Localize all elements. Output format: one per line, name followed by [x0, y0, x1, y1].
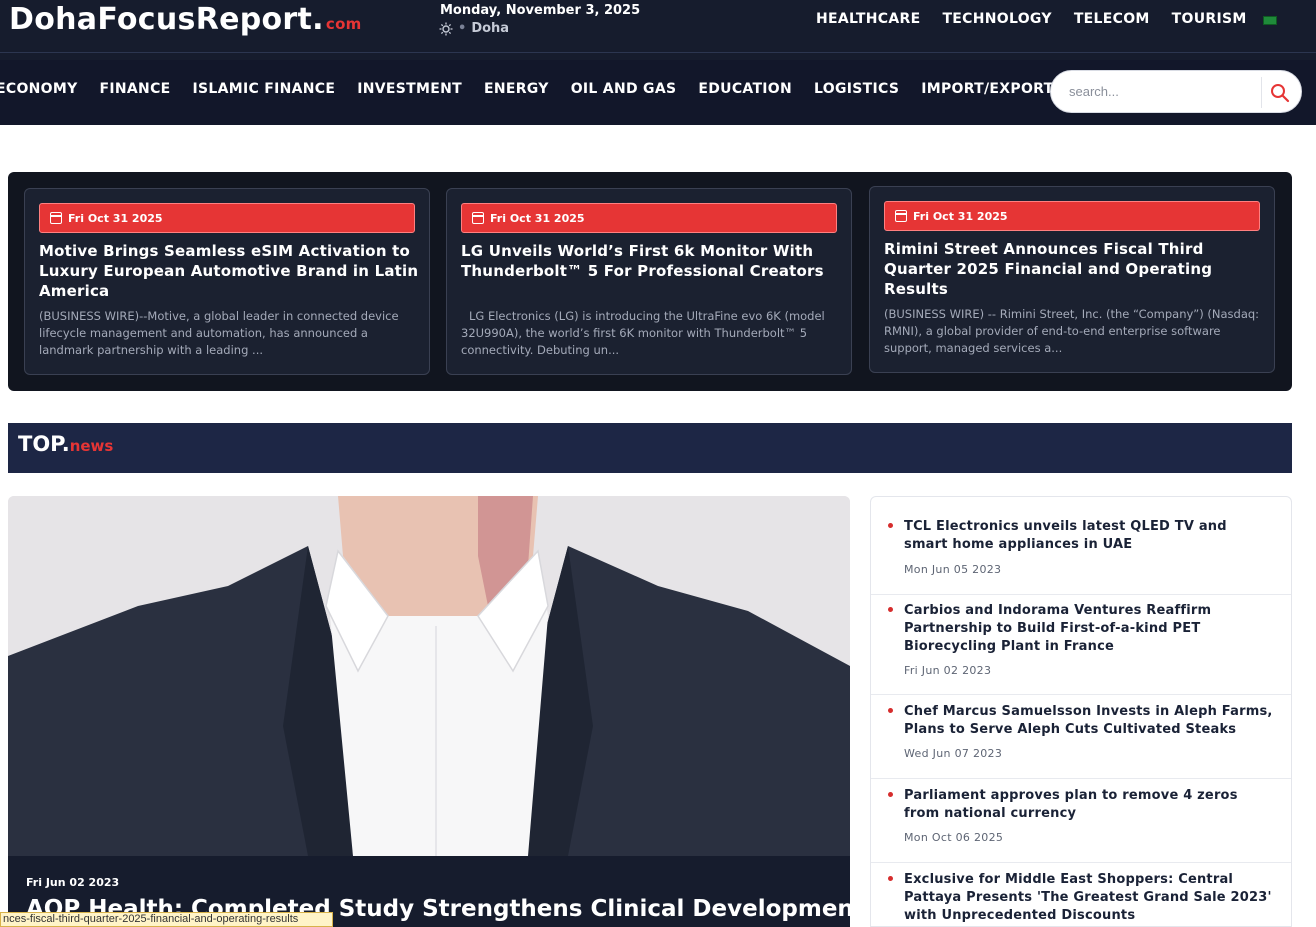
status-bar-url: nces-fiscal-third-quarter-2025-financial…	[0, 912, 333, 927]
nav-item-islamic-finance[interactable]: ISLAMIC FINANCE	[193, 81, 336, 97]
card-excerpt: (BUSINESS WIRE) -- Rimini Street, Inc. (…	[884, 307, 1260, 355]
calendar-icon	[472, 212, 484, 224]
logo-suffix-text: com	[325, 15, 362, 33]
top-link-tourism[interactable]: TOURISM	[1172, 11, 1247, 27]
card-excerpt: (BUSINESS WIRE)--Motive, a global leader…	[39, 309, 399, 357]
nav-item-finance[interactable]: FINANCE	[100, 81, 171, 97]
list-item-title[interactable]: Parliament approves plan to remove 4 zer…	[904, 787, 1274, 823]
calendar-icon	[50, 212, 62, 224]
card-date: Fri Oct 31 2025	[913, 209, 1008, 223]
header-divider	[0, 52, 1316, 53]
list-item[interactable]: Carbios and Indorama Ventures Reaffirm P…	[871, 595, 1291, 695]
nav-item-energy[interactable]: ENERGY	[484, 81, 549, 97]
card-title[interactable]: LG Unveils World’s First 6k Monitor With…	[461, 241, 841, 281]
nav-item-economy[interactable]: ECONOMY	[0, 81, 78, 97]
featured-news-strip: Fri Oct 31 2025 Motive Brings Seamless e…	[8, 172, 1292, 391]
weather-widget: • Doha	[439, 21, 509, 36]
bullet-dot-icon	[888, 708, 893, 713]
list-item-date: Mon Oct 06 2025	[904, 831, 1004, 844]
list-item[interactable]: TCL Electronics unveils latest QLED TV a…	[871, 497, 1291, 595]
hero-date: Fri Jun 02 2023	[26, 876, 120, 889]
search-input[interactable]	[1069, 84, 1254, 99]
card-title[interactable]: Rimini Street Announces Fiscal Third Qua…	[884, 239, 1264, 299]
featured-card[interactable]: Fri Oct 31 2025 LG Unveils World’s First…	[446, 188, 852, 375]
bullet-dot-icon	[888, 607, 893, 612]
hero-article[interactable]: Fri Jun 02 2023 AOP Health: Completed St…	[8, 496, 850, 927]
nav-item-oil-and-gas[interactable]: OIL AND GAS	[571, 81, 677, 97]
top-link-technology[interactable]: TECHNOLOGY	[942, 11, 1051, 27]
hero-image	[8, 496, 850, 856]
card-title[interactable]: Motive Brings Seamless eSIM Activation t…	[39, 241, 419, 301]
list-item-title[interactable]: Carbios and Indorama Ventures Reaffirm P…	[904, 602, 1274, 656]
list-item-title[interactable]: Exclusive for Middle East Shoppers: Cent…	[904, 871, 1274, 925]
list-item[interactable]: Chef Marcus Samuelsson Invests in Aleph …	[871, 695, 1291, 779]
top-news-header: TOP.news	[8, 423, 1292, 473]
calendar-icon	[895, 210, 907, 222]
card-date-badge: Fri Oct 31 2025	[461, 203, 837, 233]
site-logo[interactable]: DohaFocusReport. com	[9, 2, 362, 37]
weather-sun-icon	[439, 22, 453, 35]
search-icon[interactable]	[1269, 82, 1291, 104]
list-item-date: Fri Jun 02 2023	[904, 664, 992, 677]
featured-card[interactable]: Fri Oct 31 2025 Motive Brings Seamless e…	[24, 188, 430, 375]
card-date: Fri Oct 31 2025	[490, 211, 585, 225]
list-item[interactable]: Parliament approves plan to remove 4 zer…	[871, 779, 1291, 863]
top-news-list: TCL Electronics unveils latest QLED TV a…	[870, 496, 1292, 927]
list-item-title[interactable]: Chef Marcus Samuelsson Invests in Aleph …	[904, 703, 1274, 739]
bullet-dot-icon	[888, 792, 893, 797]
card-excerpt: LG Electronics (LG) is introducing the U…	[461, 309, 825, 357]
card-date-badge: Fri Oct 31 2025	[39, 203, 415, 233]
nav-item-logistics[interactable]: LOGISTICS	[814, 81, 899, 97]
card-date-badge: Fri Oct 31 2025	[884, 201, 1260, 231]
bullet-dot-icon	[888, 523, 893, 528]
top-news-title-suffix: news	[69, 437, 114, 455]
top-category-nav: HEALTHCARE TECHNOLOGY TELECOM TOURISM	[816, 11, 1247, 27]
search-box	[1050, 70, 1302, 113]
top-news-title-main: TOP.	[18, 432, 70, 456]
weather-location: Doha	[471, 21, 510, 36]
language-flag-icon[interactable]	[1263, 16, 1277, 25]
list-item-date: Wed Jun 07 2023	[904, 747, 1003, 760]
featured-card[interactable]: Fri Oct 31 2025 Rimini Street Announces …	[869, 186, 1275, 373]
search-divider	[1261, 77, 1262, 108]
bullet-dot-icon	[888, 876, 893, 881]
nav-item-investment[interactable]: INVESTMENT	[357, 81, 462, 97]
list-item-title[interactable]: TCL Electronics unveils latest QLED TV a…	[904, 518, 1274, 554]
list-item-date: Mon Jun 05 2023	[904, 563, 1002, 576]
logo-main-text: DohaFocusReport.	[9, 2, 324, 37]
separator-dot: •	[458, 21, 467, 36]
top-link-healthcare[interactable]: HEALTHCARE	[816, 11, 920, 27]
top-news-title: TOP.news	[18, 432, 113, 456]
top-link-telecom[interactable]: TELECOM	[1074, 11, 1150, 27]
list-item[interactable]: Exclusive for Middle East Shoppers: Cent…	[871, 863, 1291, 926]
card-date: Fri Oct 31 2025	[68, 211, 163, 225]
nav-item-import-export[interactable]: IMPORT/EXPORT	[921, 81, 1053, 97]
nav-item-education[interactable]: EDUCATION	[698, 81, 792, 97]
current-date: Monday, November 3, 2025	[440, 3, 641, 18]
main-nav: ECONOMY FINANCE ISLAMIC FINANCE INVESTME…	[0, 81, 1053, 97]
